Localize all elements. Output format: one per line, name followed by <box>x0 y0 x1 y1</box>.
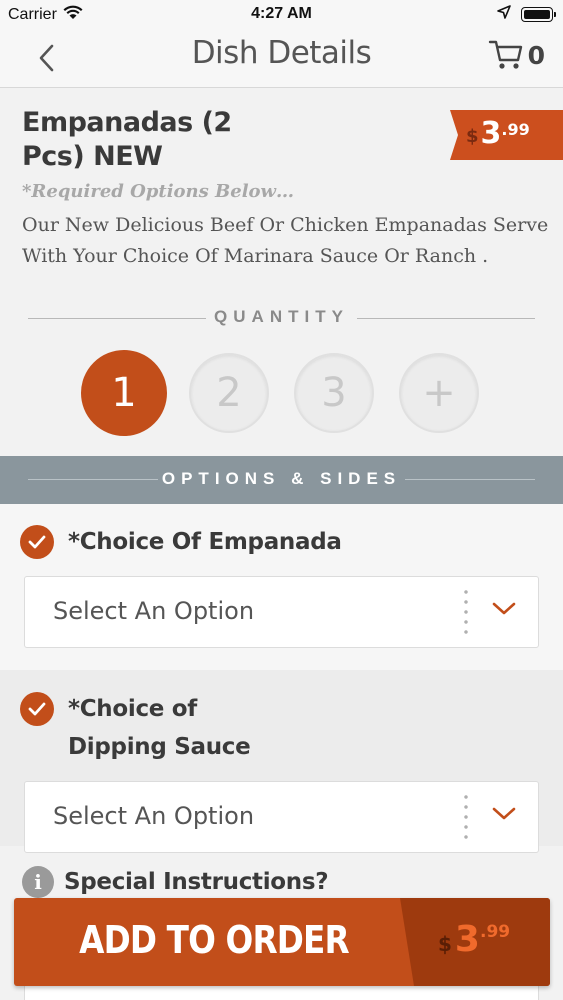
chevron-down-icon <box>492 807 516 820</box>
option-title: *Choice Of Empanada <box>68 529 342 555</box>
info-icon: i <box>22 866 54 898</box>
add-to-order-price: $ 3 .99 <box>400 898 550 986</box>
quantity-option-3[interactable]: 3 <box>294 353 374 433</box>
battery-icon <box>521 7 556 22</box>
check-icon <box>20 692 54 726</box>
special-instructions-label: Special Instructions? <box>64 869 329 895</box>
price-cents: .99 <box>501 120 530 139</box>
select-placeholder: Select An Option <box>53 597 255 625</box>
add-to-order-button[interactable]: ADD TO ORDER $ 3 .99 <box>14 898 550 986</box>
dish-name: Empanadas (2 Pcs) NEW <box>22 107 232 172</box>
location-arrow-icon <box>497 5 511 24</box>
option-title-line-2: Dipping Sauce <box>68 734 251 760</box>
select-divider <box>464 792 468 844</box>
status-time: 4:27 AM <box>251 5 312 22</box>
cart-button[interactable]: 0 <box>488 38 545 72</box>
divider <box>357 318 535 319</box>
options-sides-header: OPTIONS & SIDES <box>0 456 563 504</box>
quantity-option-2[interactable]: 2 <box>189 353 269 433</box>
special-instructions-field[interactable] <box>24 985 539 1000</box>
option-title-line-1: *Choice of <box>68 696 198 722</box>
option-choice-of-empanada: *Choice Of Empanada Select An Option <box>0 504 563 670</box>
quantity-header: QUANTITY <box>28 305 535 333</box>
price-currency: $ <box>438 932 452 956</box>
status-right <box>497 5 556 24</box>
price-cents: .99 <box>479 922 511 942</box>
dish-description: Our New Delicious Beef Or Chicken Empana… <box>22 214 549 267</box>
add-to-order-price-value: $ 3 .99 <box>438 920 510 960</box>
dipping-sauce-select[interactable]: Select An Option <box>24 781 539 853</box>
option-title: *Choice of Dipping Sauce <box>68 690 251 766</box>
status-bar: Carrier 4:27 AM <box>0 0 563 30</box>
cart-count: 0 <box>527 40 545 70</box>
check-icon <box>20 525 54 559</box>
price-currency: $ <box>466 126 479 147</box>
option-choice-of-dipping-sauce: *Choice of Dipping Sauce Select An Optio… <box>0 670 563 853</box>
divider <box>405 479 535 480</box>
page-title: Dish Details <box>191 35 372 71</box>
quantity-label: QUANTITY <box>214 307 349 326</box>
select-placeholder: Select An Option <box>53 802 255 830</box>
price-dollars: 3 <box>454 919 480 960</box>
navigation-bar: Dish Details 0 <box>0 30 563 88</box>
quantity-option-1[interactable]: 1 <box>81 350 167 436</box>
chevron-down-icon <box>492 602 516 615</box>
special-instructions-header: i Special Instructions? <box>22 866 329 898</box>
price-tag: $ 3 .99 <box>450 110 563 160</box>
add-to-order-label: ADD TO ORDER <box>79 918 349 962</box>
cart-icon <box>488 40 522 69</box>
empanada-select[interactable]: Select An Option <box>24 576 539 648</box>
required-options-note: *Required Options Below… <box>22 181 295 202</box>
quantity-option-more[interactable]: + <box>399 353 479 433</box>
price-value: $ 3 .99 <box>466 118 530 150</box>
select-divider <box>464 587 468 639</box>
price-dollars: 3 <box>480 116 502 151</box>
